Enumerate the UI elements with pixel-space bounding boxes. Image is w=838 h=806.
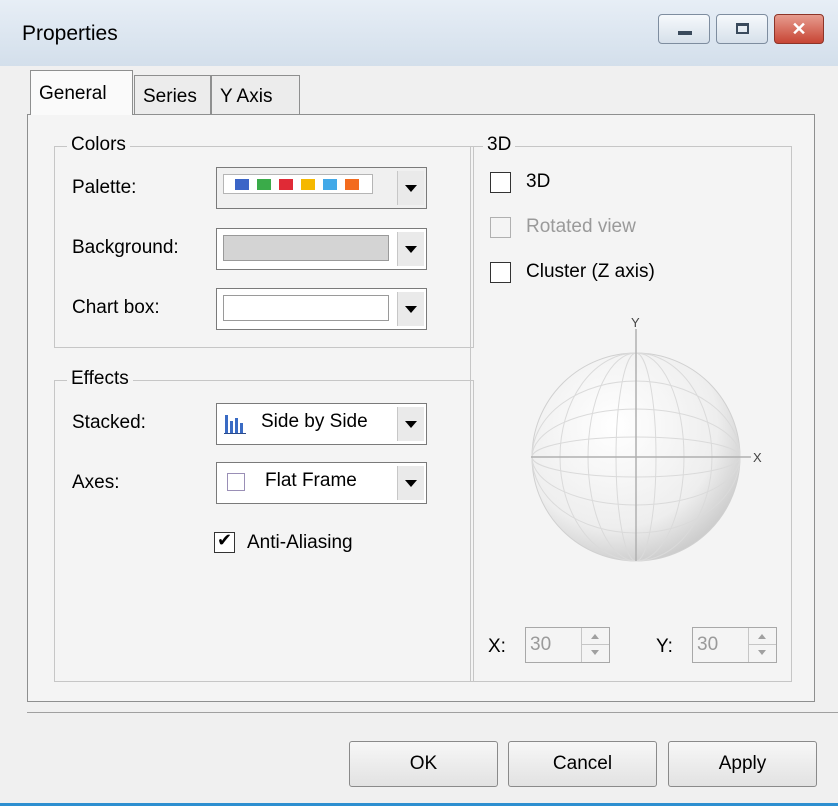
y-rotation-spinner: 30 xyxy=(692,627,777,663)
background-label: Background: xyxy=(72,237,179,258)
tab-series-label: Series xyxy=(143,86,197,107)
tab-y-axis[interactable]: Y Axis xyxy=(211,75,300,115)
chevron-down-icon xyxy=(405,421,417,428)
tab-series[interactable]: Series xyxy=(134,75,211,115)
cluster-label[interactable]: Cluster (Z axis) xyxy=(526,261,655,283)
palette-swatches xyxy=(223,174,373,194)
close-icon: ✕ xyxy=(791,19,807,39)
chart-box-color-swatch xyxy=(223,295,389,321)
tab-general-label: General xyxy=(39,83,107,104)
apply-button[interactable]: Apply xyxy=(668,741,817,787)
axes-dropdown-button[interactable] xyxy=(397,466,424,500)
chevron-down-icon xyxy=(405,480,417,487)
axes-dropdown[interactable]: Flat Frame xyxy=(216,462,427,504)
title-bar[interactable]: Properties ✕ xyxy=(0,0,838,66)
colors-group: Colors Palette: Background: Chart box: xyxy=(54,134,474,348)
flat-frame-icon xyxy=(227,473,245,491)
palette-swatch xyxy=(323,179,337,190)
palette-swatch xyxy=(345,179,359,190)
three-d-group: 3D 3D Rotated view Cluster (Z axis) Y X … xyxy=(470,134,792,682)
button-divider xyxy=(27,712,838,713)
palette-label: Palette: xyxy=(72,177,137,198)
background-color-swatch xyxy=(223,235,389,261)
properties-window: Properties ✕ General Series Y Axis Color… xyxy=(0,0,838,806)
stacked-dropdown-button[interactable] xyxy=(397,407,424,441)
minimize-icon xyxy=(678,31,692,35)
palette-dropdown-button[interactable] xyxy=(397,171,424,205)
stacked-label: Stacked: xyxy=(72,412,146,433)
axes-value: Flat Frame xyxy=(265,470,357,491)
close-button[interactable]: ✕ xyxy=(774,14,824,44)
stacked-value: Side by Side xyxy=(261,411,368,432)
three-d-label[interactable]: 3D xyxy=(526,171,550,193)
x-rotation-value: 30 xyxy=(530,634,552,655)
palette-swatch xyxy=(235,179,249,190)
anti-aliasing-label[interactable]: Anti-Aliasing xyxy=(247,532,353,554)
background-color-dropdown[interactable] xyxy=(216,228,427,270)
tab-general[interactable]: General xyxy=(30,70,133,115)
palette-swatch xyxy=(257,179,271,190)
window-title: Properties xyxy=(22,22,118,45)
y-rotation-spin-buttons xyxy=(748,628,776,662)
spin-down-icon xyxy=(749,645,776,662)
cancel-button[interactable]: Cancel xyxy=(508,741,657,787)
three-d-group-legend: 3D xyxy=(483,134,516,156)
y-rotation-label: Y: xyxy=(656,636,673,657)
palette-swatch xyxy=(301,179,315,190)
axes-label: Axes: xyxy=(72,472,120,493)
stacked-dropdown[interactable]: Side by Side xyxy=(216,403,427,445)
effects-group-legend: Effects xyxy=(67,368,133,390)
chart-box-dropdown-button[interactable] xyxy=(397,292,424,326)
chevron-down-icon xyxy=(405,246,417,253)
bar-chart-icon xyxy=(224,415,246,434)
x-rotation-label: X: xyxy=(488,636,506,657)
spin-up-icon xyxy=(582,628,609,645)
effects-group: Effects Stacked: Side by Side Axes: Flat… xyxy=(54,368,474,682)
maximize-button[interactable] xyxy=(716,14,768,44)
spin-down-icon xyxy=(582,645,609,662)
background-dropdown-button[interactable] xyxy=(397,232,424,266)
x-rotation-spinner: 30 xyxy=(525,627,610,663)
cluster-checkbox[interactable] xyxy=(490,262,511,283)
anti-aliasing-checkbox[interactable] xyxy=(214,530,235,553)
ok-button[interactable]: OK xyxy=(349,741,498,787)
colors-group-legend: Colors xyxy=(67,134,130,156)
y-rotation-value: 30 xyxy=(697,634,719,655)
chevron-down-icon xyxy=(405,185,417,192)
palette-dropdown[interactable] xyxy=(216,167,427,209)
minimize-button[interactable] xyxy=(658,14,710,44)
general-tab-panel: Colors Palette: Background: Chart box: E… xyxy=(27,114,815,702)
spin-up-icon xyxy=(749,628,776,645)
tab-y-axis-label: Y Axis xyxy=(220,86,273,107)
maximize-icon xyxy=(736,23,749,34)
sphere-y-label: Y xyxy=(631,317,640,330)
chart-box-color-dropdown[interactable] xyxy=(216,288,427,330)
rotation-sphere[interactable]: Y X xyxy=(511,317,771,577)
sphere-x-label: X xyxy=(753,450,762,465)
chevron-down-icon xyxy=(405,306,417,313)
rotated-view-label: Rotated view xyxy=(526,216,636,237)
rotated-view-checkbox xyxy=(490,217,511,238)
chart-box-label: Chart box: xyxy=(72,297,160,318)
three-d-checkbox[interactable] xyxy=(490,172,511,193)
palette-swatch xyxy=(279,179,293,190)
x-rotation-spin-buttons xyxy=(581,628,609,662)
